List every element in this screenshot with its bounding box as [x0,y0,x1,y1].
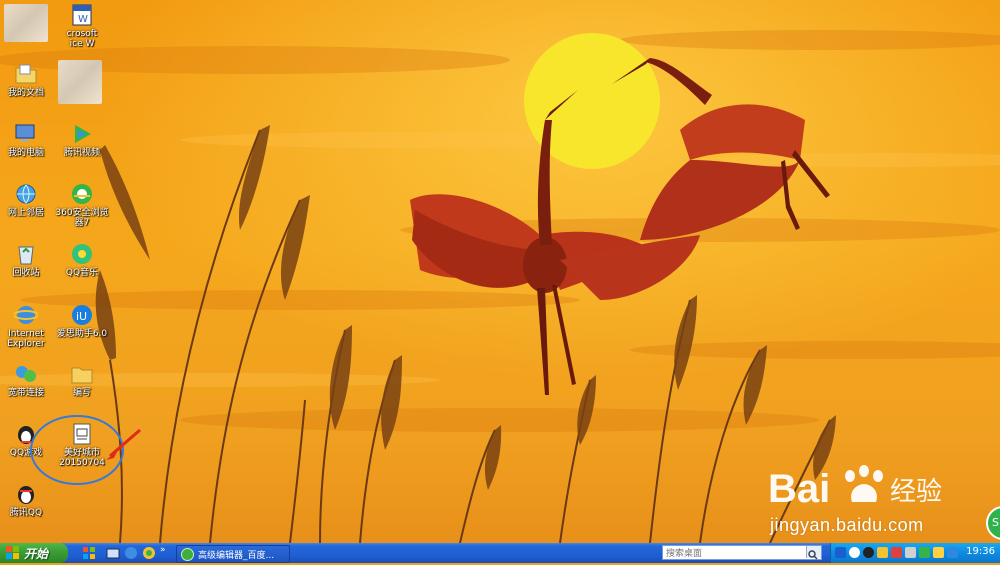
internet-explorer-icon [14,306,38,324]
icon-label: 腾讯QQ [9,508,43,518]
icon-label: 爱思助手6.0 [56,329,108,339]
icon-label: 宽带连接 [7,388,44,398]
clock[interactable]: 19:36 [966,546,995,557]
security-tray-icon[interactable] [891,547,902,558]
desktop-icon-tencent-video[interactable]: 腾讯视频 [52,122,112,158]
computer-icon [15,124,35,142]
blurred-icon [4,4,48,42]
svg-text:W: W [78,14,88,25]
blurred-icon [58,60,102,104]
task-button-editor[interactable]: 高级编辑器_百度... [176,545,290,563]
network-tray-icon[interactable] [919,547,930,558]
search-icon [808,550,818,560]
language-bar-icon[interactable] [835,547,846,558]
svg-text:Bai: Bai [768,467,830,511]
icon-label: 360安全浏览 器7 [55,208,109,228]
show-desktop-icon[interactable] [106,546,120,560]
desktop-icon-internet-explorer[interactable]: Internet Explorer [0,303,56,349]
360-browser-icon [72,184,92,204]
tencent-video-icon [75,125,91,143]
system-tray: 19:36 [830,543,1000,563]
ie-quicklaunch-icon[interactable] [124,546,138,560]
desktop-icon-recycle-bin[interactable]: 回收站 [0,242,56,278]
broadband-connection-icon [16,366,36,382]
desktop-icon-word-doc[interactable]: W crosoft ice W [52,3,112,49]
svg-text:iU: iU [76,310,87,323]
icon-label: 我的文档 [7,88,44,98]
browser-task-icon [181,547,194,561]
360-tray-icon[interactable] [877,547,888,558]
desktop-icon-network-places[interactable]: 网上邻居 [0,182,56,218]
update-tray-icon[interactable] [933,547,944,558]
qq-tray-icon[interactable] [863,547,874,558]
quicklaunch-windows-icon[interactable] [82,546,96,560]
aisi-helper-icon: iU [72,305,92,325]
360-quicklaunch-icon[interactable] [142,546,156,560]
folder-icon [71,367,93,384]
desktop-icon-360-browser[interactable]: 360安全浏览 器7 [52,182,112,228]
bluetooth-tray-icon[interactable] [947,547,958,558]
icon-label: 我的电脑 [7,148,44,158]
icon-label: 腾讯视频 [63,148,100,158]
recycle-bin-icon [18,246,34,265]
start-label: 开始 [24,546,49,561]
icon-label: crosoft ice W [66,29,98,49]
network-icon [16,184,36,204]
folder-documents-icon [15,64,37,84]
desktop-icon-edit-folder[interactable]: 编写 [52,362,112,398]
desktop-search-input[interactable] [662,545,822,560]
desktop-icon-qq-music[interactable]: QQ音乐 [52,242,112,278]
icon-label: 编写 [72,388,91,398]
word-document-icon: W [72,4,92,26]
taskbar: 开始 » 高级编辑器_百度... 19:36 [0,543,1000,563]
annotation-arrow [106,428,141,460]
desktop-icon-my-documents[interactable]: 我的文档 [0,62,56,98]
task-button-label: 高级编辑器_百度... [198,550,275,561]
baidu-jingyan-logo: Bai 经验 [768,465,942,511]
baidu-url: jingyan.baidu.com [770,515,924,535]
desktop-icon-aisi-helper[interactable]: iU 爱思助手6.0 [52,303,112,339]
desktop-icon-my-computer[interactable]: 我的电脑 [0,122,56,158]
svg-text:经验: 经验 [890,477,942,507]
icon-label: 网上邻居 [7,208,44,218]
search-go-button[interactable] [806,546,821,560]
start-button[interactable]: 开始 [0,543,68,563]
qq-music-icon [72,244,92,264]
volume-tray-icon[interactable] [905,547,916,558]
icon-label: Internet Explorer [7,329,45,349]
icon-label: 回收站 [12,268,40,278]
windows-logo-icon [6,546,19,559]
desktop-icon-broadband[interactable]: 宽带连接 [0,362,56,398]
icon-label: QQ音乐 [65,268,99,278]
ime-icon[interactable] [849,547,860,558]
quicklaunch-expand-chevron-icon[interactable]: » [160,545,166,555]
